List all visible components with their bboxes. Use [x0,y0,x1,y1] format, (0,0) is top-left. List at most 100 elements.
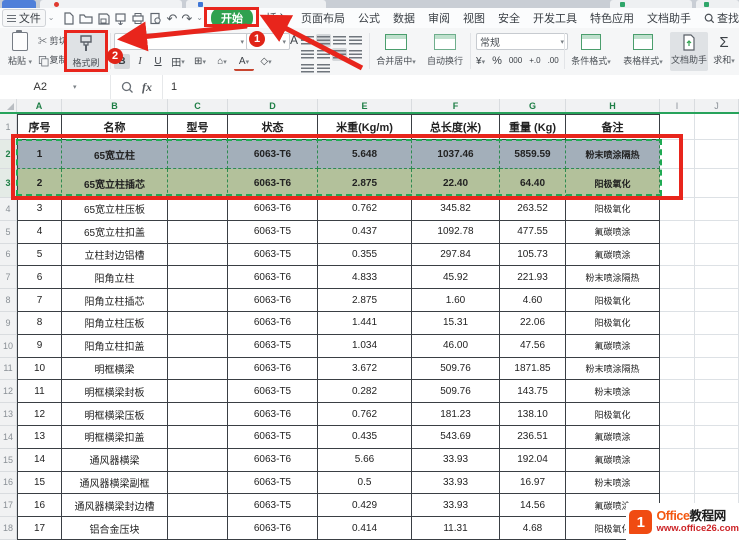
table-cell[interactable]: 粉末喷涂隔热 [566,358,660,381]
table-cell[interactable]: 65宽立柱扣盖 [62,221,168,244]
table-cell[interactable]: 6063-T5 [228,494,318,517]
table-header-cell[interactable]: 重量 (Kg) [500,114,566,140]
table-cell[interactable]: 0.762 [318,403,412,426]
empty-cell[interactable] [695,472,739,495]
row-header-15[interactable]: 15 [0,449,17,472]
paste-button[interactable]: 粘贴 ▾ [4,32,36,67]
output-icon[interactable] [114,12,127,25]
bold-button[interactable]: B [114,54,130,69]
shading-button[interactable]: ⊞▾ [190,54,210,69]
number-format-combobox[interactable]: 常规▾ [476,33,568,50]
empty-cell[interactable] [660,140,695,169]
doc-tab-active[interactable] [2,0,36,8]
table-cell[interactable]: 509.76 [412,358,500,381]
table-cell[interactable] [168,244,228,267]
table-cell[interactable]: 通风器横梁副框 [62,472,168,495]
table-cell[interactable]: 通风器横梁封边槽 [62,494,168,517]
table-cell[interactable]: 4.833 [318,266,412,289]
table-cell[interactable]: 22.06 [500,312,566,335]
menu-tab-9[interactable]: 特色应用 [590,10,634,26]
empty-cell[interactable] [695,449,739,472]
print-icon[interactable] [131,12,145,25]
table-cell[interactable]: 通风器横梁 [62,449,168,472]
file-menu-caret-icon[interactable]: ⌄ [48,14,55,22]
table-cell[interactable]: 6063-T6 [228,517,318,540]
thousand-separator-button[interactable]: 000 [509,57,522,66]
table-cell[interactable]: 阳极氧化 [566,312,660,335]
font-size-combobox[interactable]: 11▾ [246,33,290,50]
justify-button[interactable] [300,62,315,75]
table-cell[interactable]: 6063-T6 [228,266,318,289]
table-cell[interactable]: 阳角立柱 [62,266,168,289]
empty-cell[interactable] [695,169,739,198]
table-cell[interactable]: 粉末喷涂隔热 [566,266,660,289]
menu-tab-10[interactable]: 文档助手 [647,10,691,26]
table-header-cell[interactable]: 总长度(米) [412,114,500,140]
empty-cell[interactable] [695,266,739,289]
table-cell[interactable]: 0.762 [318,198,412,221]
table-cell[interactable]: 64.40 [500,169,566,198]
menu-tab-find[interactable]: 查找 [704,10,739,26]
table-cell[interactable]: 6063-T6 [228,169,318,198]
table-cell[interactable]: 143.75 [500,380,566,403]
copy-button[interactable]: 复制 [38,53,66,66]
table-cell[interactable] [168,494,228,517]
table-cell[interactable] [168,472,228,495]
table-cell[interactable]: 0.429 [318,494,412,517]
table-cell[interactable]: 5 [17,244,62,267]
column-header-G[interactable]: G [500,99,566,112]
format-painter-button[interactable]: 格式刷 [66,32,106,71]
empty-cell[interactable] [660,114,695,140]
italic-button[interactable]: I [132,54,148,69]
table-cell[interactable]: 6063-T6 [228,198,318,221]
table-cell[interactable]: 5859.59 [500,140,566,169]
row-header-2[interactable]: 2 [0,140,17,169]
formula-input[interactable]: 1 [163,81,177,93]
table-cell[interactable]: 138.10 [500,403,566,426]
table-cell[interactable]: 氟碳喷涂 [566,449,660,472]
table-cell[interactable]: 1 [17,140,62,169]
table-header-cell[interactable]: 米重(Kg/m) [318,114,412,140]
row-header-10[interactable]: 10 [0,335,17,358]
empty-cell[interactable] [695,403,739,426]
table-cell[interactable] [168,312,228,335]
table-header-cell[interactable]: 备注 [566,114,660,140]
table-cell[interactable]: 6063-T5 [228,244,318,267]
table-cell[interactable] [168,169,228,198]
table-cell[interactable] [168,380,228,403]
empty-cell[interactable] [695,221,739,244]
row-header-11[interactable]: 11 [0,358,17,381]
table-cell[interactable]: 192.04 [500,449,566,472]
table-cell[interactable]: 阳角立柱压板 [62,312,168,335]
table-header-cell[interactable]: 名称 [62,114,168,140]
table-cell[interactable]: 粉末喷涂 [566,380,660,403]
menu-tab-7[interactable]: 安全 [498,10,520,26]
table-header-cell[interactable]: 状态 [228,114,318,140]
table-cell[interactable]: 6063-T5 [228,380,318,403]
table-cell[interactable]: 65宽立柱压板 [62,198,168,221]
table-cell[interactable]: 5.66 [318,449,412,472]
file-menu-button[interactable]: 文件 [2,9,46,27]
empty-cell[interactable] [660,449,695,472]
table-cell[interactable]: 0.437 [318,221,412,244]
table-cell[interactable]: 47.56 [500,335,566,358]
empty-cell[interactable] [660,244,695,267]
column-header-F[interactable]: F [412,99,500,112]
column-header-J[interactable]: J [695,99,739,112]
empty-cell[interactable] [695,244,739,267]
empty-cell[interactable] [660,266,695,289]
table-cell[interactable]: 2.875 [318,289,412,312]
table-cell[interactable]: 6063-T6 [228,403,318,426]
table-cell[interactable]: 6063-T5 [228,335,318,358]
empty-cell[interactable] [695,289,739,312]
doc-tab[interactable] [696,0,739,8]
table-cell[interactable]: 6063-T5 [228,472,318,495]
table-cell[interactable]: 0.5 [318,472,412,495]
table-cell[interactable]: 1.60 [412,289,500,312]
table-cell[interactable]: 16 [17,494,62,517]
table-cell[interactable]: 46.00 [412,335,500,358]
table-cell[interactable]: 33.93 [412,472,500,495]
redo-icon[interactable]: ↷ [181,12,192,25]
fill-color-button[interactable]: ⌂▾ [212,54,232,69]
print-preview-icon[interactable] [149,12,162,25]
